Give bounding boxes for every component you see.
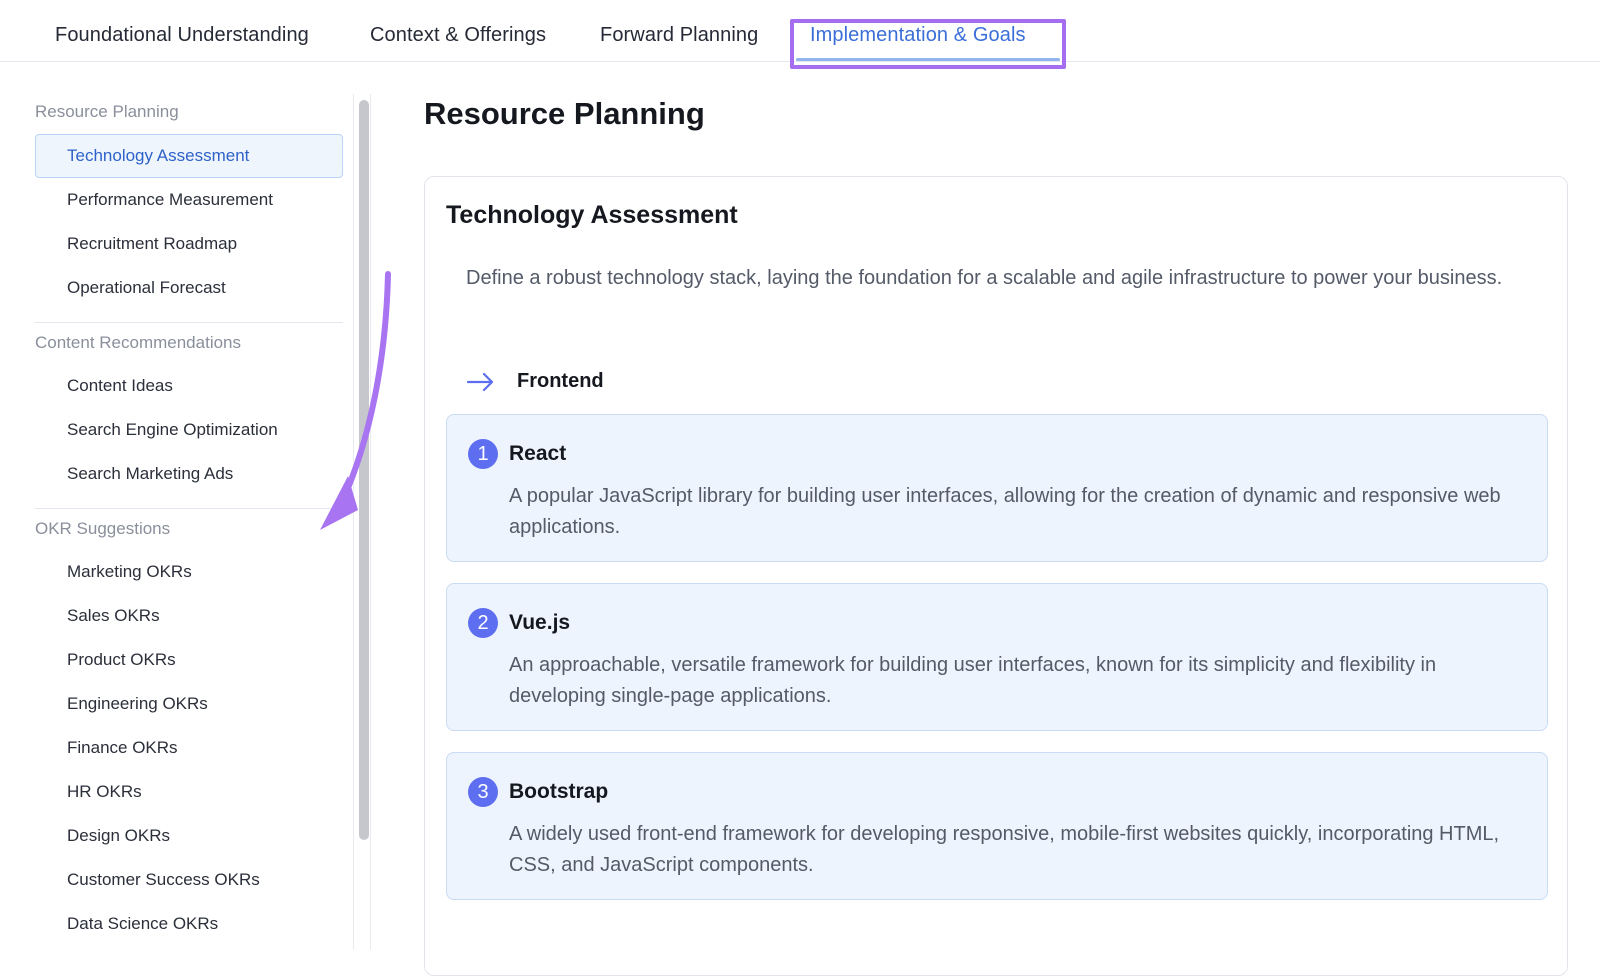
sidebar-item-design-okrs[interactable]: Design OKRs [35,814,343,858]
item-description: A popular JavaScript library for buildin… [509,485,1501,538]
tab-context-offerings[interactable]: Context & Offerings [370,24,546,47]
card-title: Technology Assessment [446,201,738,229]
sidebar-item-customer-success-okrs[interactable]: Customer Success OKRs [35,858,343,902]
item-title: Bootstrap [509,780,609,803]
sidebar-item-technology-assessment[interactable]: Technology Assessment [35,134,343,178]
item-title: React [509,442,567,465]
page-title: Resource Planning [424,96,705,131]
tab-forward-planning[interactable]: Forward Planning [600,24,758,47]
technology-assessment-card: Technology Assessment Define a robust te… [424,176,1568,976]
item-title: Vue.js [509,611,571,634]
item-description: An approachable, versatile framework for… [509,654,1437,707]
sidebar-item-hr-okrs[interactable]: HR OKRs [35,770,343,814]
sidebar-item-operational-forecast[interactable]: Operational Forecast [35,266,343,310]
sidebar-item-search-engine-optimization[interactable]: Search Engine Optimization [35,408,343,452]
sidebar-item-performance-measurement[interactable]: Performance Measurement [35,178,343,222]
sidebar-section-title: Resource Planning [35,102,179,121]
list-item: 1 React A popular JavaScript library for… [446,414,1548,562]
sidebar-item-finance-okrs[interactable]: Finance OKRs [35,726,343,770]
list-item: 2 Vue.js An approachable, versatile fram… [446,583,1548,731]
sidebar-item-product-okrs[interactable]: Product OKRs [35,638,343,682]
card-description: Define a robust technology stack, laying… [466,267,1503,289]
sidebar-item-recruitment-roadmap[interactable]: Recruitment Roadmap [35,222,343,266]
sidebar-item-marketing-okrs[interactable]: Marketing OKRs [35,550,343,594]
sidebar-divider [35,322,343,323]
sidebar: Resource Planning Technology Assessment … [0,62,371,950]
tab-foundational-understanding[interactable]: Foundational Understanding [55,24,309,47]
arrow-right-icon [466,372,494,392]
sidebar-section-title: Content Recommendations [35,333,242,352]
sidebar-item-search-marketing-ads[interactable]: Search Marketing Ads [35,452,343,496]
list-item: 3 Bootstrap A widely used front-end fram… [446,752,1548,900]
tab-highlight-box [790,19,1066,69]
sidebar-item-sales-okrs[interactable]: Sales OKRs [35,594,343,638]
sidebar-item-engineering-okrs[interactable]: Engineering OKRs [35,682,343,726]
sidebar-divider [35,508,343,509]
section-label: Frontend [517,370,604,392]
number-badge: 1 [468,439,498,469]
sidebar-section-title: OKR Suggestions [35,519,171,538]
number-badge: 3 [468,777,498,807]
sidebar-item-content-ideas[interactable]: Content Ideas [35,364,343,408]
tab-bar: Foundational Understanding Context & Off… [0,0,1600,69]
number-badge: 2 [468,608,498,638]
sidebar-item-data-science-okrs[interactable]: Data Science OKRs [35,902,343,946]
item-description: A widely used front-end framework for de… [509,823,1500,876]
sidebar-scrollbar-thumb[interactable] [359,100,369,840]
